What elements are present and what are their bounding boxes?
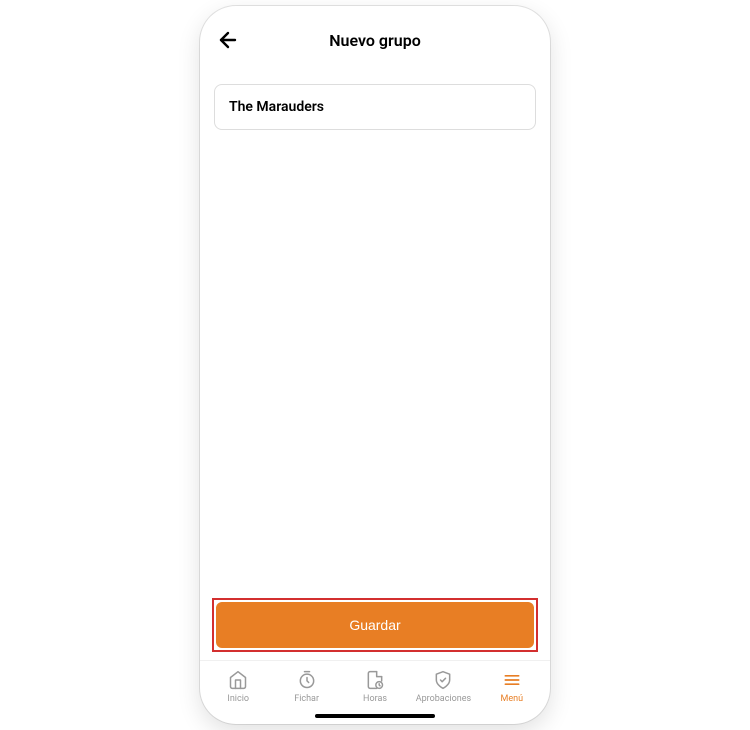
menu-icon [501,669,523,691]
nav-item-fichar[interactable]: Fichar [272,669,340,704]
home-indicator [315,714,435,718]
nav-item-aprobaciones[interactable]: Aprobaciones [409,669,477,704]
nav-item-inicio[interactable]: Inicio [204,669,272,704]
nav-label: Aprobaciones [416,694,471,704]
phone-frame: Nuevo grupo Guardar Inicio [200,6,550,724]
back-button[interactable] [214,26,242,54]
nav-label: Horas [363,694,387,704]
nav-label: Fichar [294,694,319,704]
group-name-input[interactable] [214,84,536,130]
content-area [200,66,550,598]
file-clock-icon [364,669,386,691]
bottom-nav: Inicio Fichar [200,660,550,708]
arrow-left-icon [216,28,240,52]
nav-label: Inicio [227,694,249,704]
nav-label: Menú [501,694,524,704]
home-icon [227,669,249,691]
nav-item-menu[interactable]: Menú [478,669,546,704]
stopwatch-icon [296,669,318,691]
nav-item-horas[interactable]: Horas [341,669,409,704]
shield-check-icon [432,669,454,691]
page-title: Nuevo grupo [329,31,421,50]
save-button[interactable]: Guardar [216,602,534,648]
save-button-highlight: Guardar [212,598,538,652]
header: Nuevo grupo [200,6,550,66]
